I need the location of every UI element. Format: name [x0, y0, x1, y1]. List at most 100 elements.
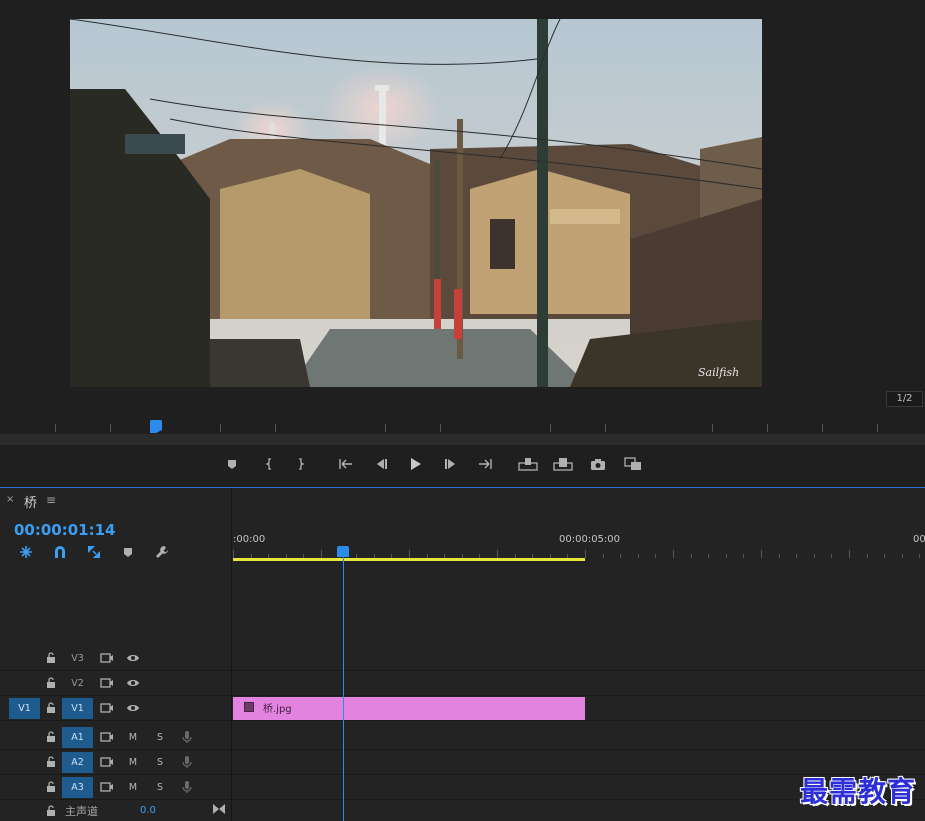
- master-volume-value[interactable]: 0.0: [140, 805, 156, 816]
- button-editor-button[interactable]: [622, 454, 644, 474]
- monitor-time-ruler[interactable]: [0, 418, 925, 434]
- lock-icon[interactable]: [46, 731, 56, 743]
- track-v1: V1 V1 桥.jpg: [0, 696, 925, 721]
- add-marker-timeline-button[interactable]: [118, 542, 138, 562]
- sync-lock-icon[interactable]: [100, 701, 114, 715]
- track-lane-v2[interactable]: [233, 671, 925, 695]
- ruler-end-label: 00: [913, 534, 925, 545]
- source-patch-v1[interactable]: V1: [9, 698, 40, 719]
- step-forward-button[interactable]: [440, 454, 462, 474]
- play-button[interactable]: [405, 454, 427, 474]
- timeline-tools: [14, 542, 234, 562]
- zoom-level-dropdown[interactable]: 1/2: [886, 391, 923, 407]
- ruler-tick: [708, 554, 710, 558]
- sync-lock-icon[interactable]: [100, 651, 114, 665]
- solo-button-a2[interactable]: S: [153, 752, 167, 773]
- mute-button-a3[interactable]: M: [126, 777, 140, 798]
- track-target-v3[interactable]: V3: [62, 648, 93, 669]
- go-to-out-button[interactable]: [474, 454, 496, 474]
- track-target-a1[interactable]: A1: [62, 727, 93, 748]
- ruler-tick: [831, 554, 833, 558]
- clip-name: 桥.jpg: [263, 704, 292, 715]
- eye-icon[interactable]: [126, 701, 140, 715]
- marker-icon: [124, 547, 132, 557]
- solo-button-a3[interactable]: S: [153, 777, 167, 798]
- track-header-v3: V3: [0, 646, 232, 670]
- play-icon: [411, 458, 421, 470]
- ruler-tick: [778, 554, 780, 558]
- ruler-tick: [761, 550, 762, 558]
- mute-button-a1[interactable]: M: [126, 727, 140, 748]
- lock-icon[interactable]: [46, 781, 56, 793]
- work-area-bar[interactable]: [233, 558, 585, 561]
- mark-in-icon: [265, 458, 271, 470]
- timeline-tab[interactable]: × 桥 ≡: [0, 488, 925, 514]
- sync-lock-icon[interactable]: [100, 676, 114, 690]
- track-lane-a1[interactable]: [233, 725, 925, 749]
- sync-lock-icon[interactable]: [100, 730, 114, 744]
- track-a1: A1 M S: [0, 725, 925, 750]
- ruler-tick: [637, 554, 639, 558]
- microphone-icon[interactable]: [180, 730, 194, 744]
- solo-button-a1[interactable]: S: [153, 727, 167, 748]
- snap-button[interactable]: [50, 542, 70, 562]
- add-marker-button[interactable]: [221, 454, 243, 474]
- go-to-in-button[interactable]: [335, 454, 357, 474]
- playhead-line: [343, 557, 344, 821]
- microphone-icon[interactable]: [180, 780, 194, 794]
- close-tab-icon[interactable]: ×: [6, 494, 14, 505]
- panel-menu-icon[interactable]: ≡: [46, 493, 56, 507]
- camera-icon: [591, 458, 605, 470]
- eye-icon[interactable]: [126, 676, 140, 690]
- insert-button[interactable]: [517, 454, 539, 474]
- mark-in-button[interactable]: [258, 454, 280, 474]
- lock-icon[interactable]: [46, 756, 56, 768]
- track-lane-v3[interactable]: [233, 646, 925, 670]
- track-header-a2: A2 M S: [0, 750, 232, 774]
- timeline-settings-button[interactable]: [152, 542, 172, 562]
- ruler-tick: [620, 554, 622, 558]
- ruler-tick: [796, 554, 798, 558]
- timeline-playhead[interactable]: [337, 546, 349, 557]
- go-to-end-icon[interactable]: [212, 803, 226, 815]
- ruler-tick: [884, 554, 886, 558]
- lock-icon[interactable]: [46, 805, 56, 817]
- microphone-icon[interactable]: [180, 755, 194, 769]
- monitor-playhead[interactable]: [150, 420, 162, 433]
- sync-lock-icon[interactable]: [100, 780, 114, 794]
- linked-selection-icon: [88, 546, 100, 558]
- ruler-tick: [743, 554, 745, 558]
- nest-toggle-button[interactable]: [16, 542, 36, 562]
- track-header-v2: V2: [0, 671, 232, 695]
- marker-icon: [228, 459, 236, 469]
- go-to-in-icon: [339, 459, 352, 469]
- track-target-v1[interactable]: V1: [62, 698, 93, 719]
- ruler-tick: [321, 550, 322, 558]
- sync-lock-icon[interactable]: [100, 755, 114, 769]
- track-v3: V3: [0, 646, 925, 671]
- track-a2: A2 M S: [0, 750, 925, 775]
- ruler-tick: [585, 550, 586, 558]
- step-back-button[interactable]: [370, 454, 392, 474]
- playhead-timecode[interactable]: 00:00:01:14: [14, 521, 116, 539]
- mute-button-a2[interactable]: M: [126, 752, 140, 773]
- lock-icon[interactable]: [46, 652, 56, 664]
- track-target-a2[interactable]: A2: [62, 752, 93, 773]
- linked-selection-button[interactable]: [84, 542, 104, 562]
- wrench-icon: [156, 546, 168, 558]
- lock-icon[interactable]: [46, 702, 56, 714]
- ruler-tick: [690, 554, 692, 558]
- track-target-a3[interactable]: A3: [62, 777, 93, 798]
- lock-icon[interactable]: [46, 677, 56, 689]
- eye-icon[interactable]: [126, 651, 140, 665]
- ruler-tick: [901, 554, 903, 558]
- video-clip[interactable]: 桥.jpg: [233, 697, 585, 720]
- video-signature: Sailfish: [698, 366, 739, 379]
- monitor-scrub-bar[interactable]: [0, 434, 925, 445]
- export-frame-button[interactable]: [587, 454, 609, 474]
- track-target-v2[interactable]: V2: [62, 673, 93, 694]
- fx-badge-icon: [244, 702, 254, 712]
- ruler-tick: [602, 554, 604, 558]
- overwrite-button[interactable]: [552, 454, 574, 474]
- mark-out-button[interactable]: [290, 454, 312, 474]
